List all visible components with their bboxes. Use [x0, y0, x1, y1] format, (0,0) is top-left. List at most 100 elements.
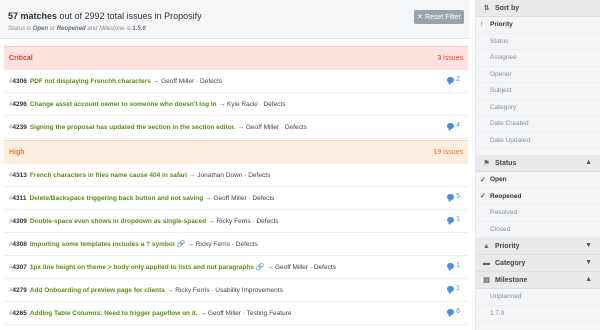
- folder-icon: ▬: [483, 259, 490, 267]
- sort-option-opener[interactable]: Opener: [476, 67, 600, 83]
- issue-number: #4239: [9, 123, 27, 131]
- sort-option-status[interactable]: Status: [476, 34, 600, 50]
- comment-count-value: 1: [456, 285, 460, 292]
- status-filter-header[interactable]: ⚑ Status ▲: [476, 155, 600, 172]
- attachment-link-icon: 🔗: [255, 264, 265, 271]
- issue-title-link[interactable]: Change asset account owner to someone wh…: [30, 101, 217, 108]
- sort-option-label: Opener: [490, 70, 512, 78]
- group-label: High: [9, 149, 25, 156]
- issue-number: #4279: [9, 286, 27, 294]
- check-icon: ✓: [480, 193, 486, 201]
- issue-title-link[interactable]: Delete/Backspace triggering back button …: [29, 195, 203, 202]
- issue-number: #4306: [9, 77, 27, 85]
- issue-row[interactable]: #4308 Importing some templates includes …: [4, 233, 468, 256]
- status-filter-icon: ⚑: [483, 160, 490, 167]
- match-count: 57 matches: [8, 11, 58, 21]
- comment-count[interactable]: 4: [447, 122, 460, 131]
- issue-number: #4313: [9, 171, 27, 179]
- comment-icon: [447, 122, 455, 131]
- issue-title-link[interactable]: Importing some templates includes a ? sy…: [30, 241, 175, 248]
- issue-title-link[interactable]: Double-space even shows in dropdown as s…: [30, 218, 206, 225]
- issue-row[interactable]: #4279 Add Onboarding of preview page for…: [4, 279, 468, 302]
- group-header-critical: Critical 3 issues: [4, 46, 468, 70]
- status-option-resolved[interactable]: Resolved: [476, 205, 600, 222]
- status-option-label: Reopened: [490, 192, 522, 200]
- attachment-link-icon: 🔗: [176, 241, 186, 248]
- issue-row[interactable]: #4307 1px line height on theme > body on…: [4, 256, 468, 279]
- issue-title-link[interactable]: Adding Table Columns: Need to trigger pa…: [30, 310, 198, 317]
- chevron-up-icon: ▲: [585, 159, 592, 166]
- milestone-option-179[interactable]: 1.7.9: [476, 306, 600, 322]
- reset-filter-button[interactable]: ✕ Reset Filter: [414, 10, 464, 24]
- sort-option-label: Category: [490, 103, 517, 111]
- status-option-label: Closed: [490, 225, 511, 233]
- issue-title-link[interactable]: Add Onboarding of preview page for clien…: [30, 287, 165, 294]
- issue-title-link[interactable]: French characters in files name cause 40…: [30, 172, 187, 179]
- sort-option-label: Date Updated: [490, 136, 531, 144]
- comment-count-value: 1: [456, 262, 460, 269]
- priority-filter-header[interactable]: ▲ Priority ▼: [476, 238, 600, 255]
- comment-icon: [447, 76, 455, 85]
- arrow-up-icon: ↑: [480, 21, 484, 29]
- results-header: 57 matches out of 2992 total issues in P…: [0, 0, 469, 39]
- status-filter-label: Status: [495, 159, 517, 167]
- sort-option-date-created[interactable]: Date Created: [476, 116, 600, 133]
- sort-option-date-updated[interactable]: Date Updated: [476, 133, 600, 149]
- milestone-option-unplanned[interactable]: Unplanned: [476, 289, 600, 306]
- issue-number: #4307: [9, 263, 27, 271]
- comment-count[interactable]: 2: [447, 76, 460, 85]
- status-option-reopened[interactable]: ✓ Reopened: [476, 189, 600, 205]
- issue-row[interactable]: #4296 Change asset account owner to some…: [4, 93, 468, 116]
- issue-list-panel: 57 matches out of 2992 total issues in P…: [0, 0, 469, 330]
- chevron-up-icon: ▲: [585, 276, 592, 283]
- status-option-label: Resolved: [490, 209, 518, 217]
- sort-option-priority[interactable]: ↑ Priority: [476, 17, 600, 34]
- issue-meta: → Geoff Miller · Defects: [152, 77, 223, 85]
- sort-option-label: Subject: [490, 87, 512, 95]
- issue-meta: → Jonathan Down · Defects: [188, 171, 271, 179]
- filter-text: Status is: [8, 26, 33, 32]
- sort-option-assignee[interactable]: Assignee: [476, 50, 600, 67]
- status-option-label: Open: [490, 176, 507, 184]
- comment-count[interactable]: 5: [447, 193, 460, 202]
- milestone-filter-header[interactable]: ▤ Milestone ▲: [476, 272, 600, 289]
- status-option-closed[interactable]: Closed: [476, 222, 600, 238]
- issue-meta: → Ricky Ferris · Defects: [187, 240, 258, 248]
- issue-meta: → Kyle Racki · Defects: [218, 100, 286, 108]
- comment-count[interactable]: 1: [447, 285, 460, 294]
- issue-meta: → Geoff Miller · Defects: [266, 263, 336, 271]
- issue-row[interactable]: #4309 Double-space even shows in dropdow…: [4, 210, 468, 233]
- comment-count[interactable]: 1: [447, 216, 460, 225]
- issue-title-link[interactable]: PDF not displaying Frenchh characters: [30, 78, 151, 85]
- priority-icon: ▲: [483, 242, 490, 250]
- sort-by-header[interactable]: ⇅ Sort by: [476, 0, 600, 17]
- issue-row[interactable]: #4239 Signing the proposal has updated t…: [4, 116, 468, 139]
- sort-option-label: Date Created: [490, 120, 529, 128]
- sort-option-label: Status: [490, 37, 509, 45]
- issue-number: #4308: [9, 240, 27, 248]
- issue-title-link[interactable]: Signing the proposal has updated the sec…: [30, 124, 236, 131]
- issue-row[interactable]: #4306 PDF not displaying Frenchh charact…: [4, 70, 468, 93]
- issue-row[interactable]: #4313 French characters in files name ca…: [4, 164, 468, 187]
- sort-option-category[interactable]: Category: [476, 100, 600, 116]
- comment-count-value: 1: [456, 216, 460, 223]
- status-option-open[interactable]: ✓ Open: [476, 172, 600, 189]
- filter-value-milestone: 1.5.0: [132, 26, 146, 32]
- comment-count[interactable]: 6: [447, 308, 460, 317]
- milestone-option-label: Unplanned: [490, 293, 522, 301]
- comment-count-value: 4: [456, 122, 460, 129]
- category-filter-label: Category: [495, 259, 526, 267]
- comment-count-value: 2: [456, 76, 460, 83]
- check-icon: ✓: [480, 176, 486, 184]
- sort-option-subject[interactable]: Subject: [476, 83, 600, 100]
- comment-count[interactable]: 1: [447, 262, 460, 271]
- issue-row[interactable]: #4311 Delete/Backspace triggering back b…: [4, 187, 468, 210]
- issue-title-link[interactable]: 1px line height on theme > body only app…: [30, 264, 254, 271]
- milestone-option-label: 1.7.9: [490, 309, 505, 317]
- chevron-down-icon: ▼: [585, 242, 592, 249]
- issue-row[interactable]: #4265 Adding Table Columns: Need to trig…: [4, 302, 468, 325]
- reset-filter-label: Reset Filter: [425, 13, 461, 21]
- filter-text: or: [48, 26, 57, 32]
- category-filter-header[interactable]: ▬ Category ▼: [476, 255, 600, 272]
- sort-option-label: Priority: [490, 21, 513, 29]
